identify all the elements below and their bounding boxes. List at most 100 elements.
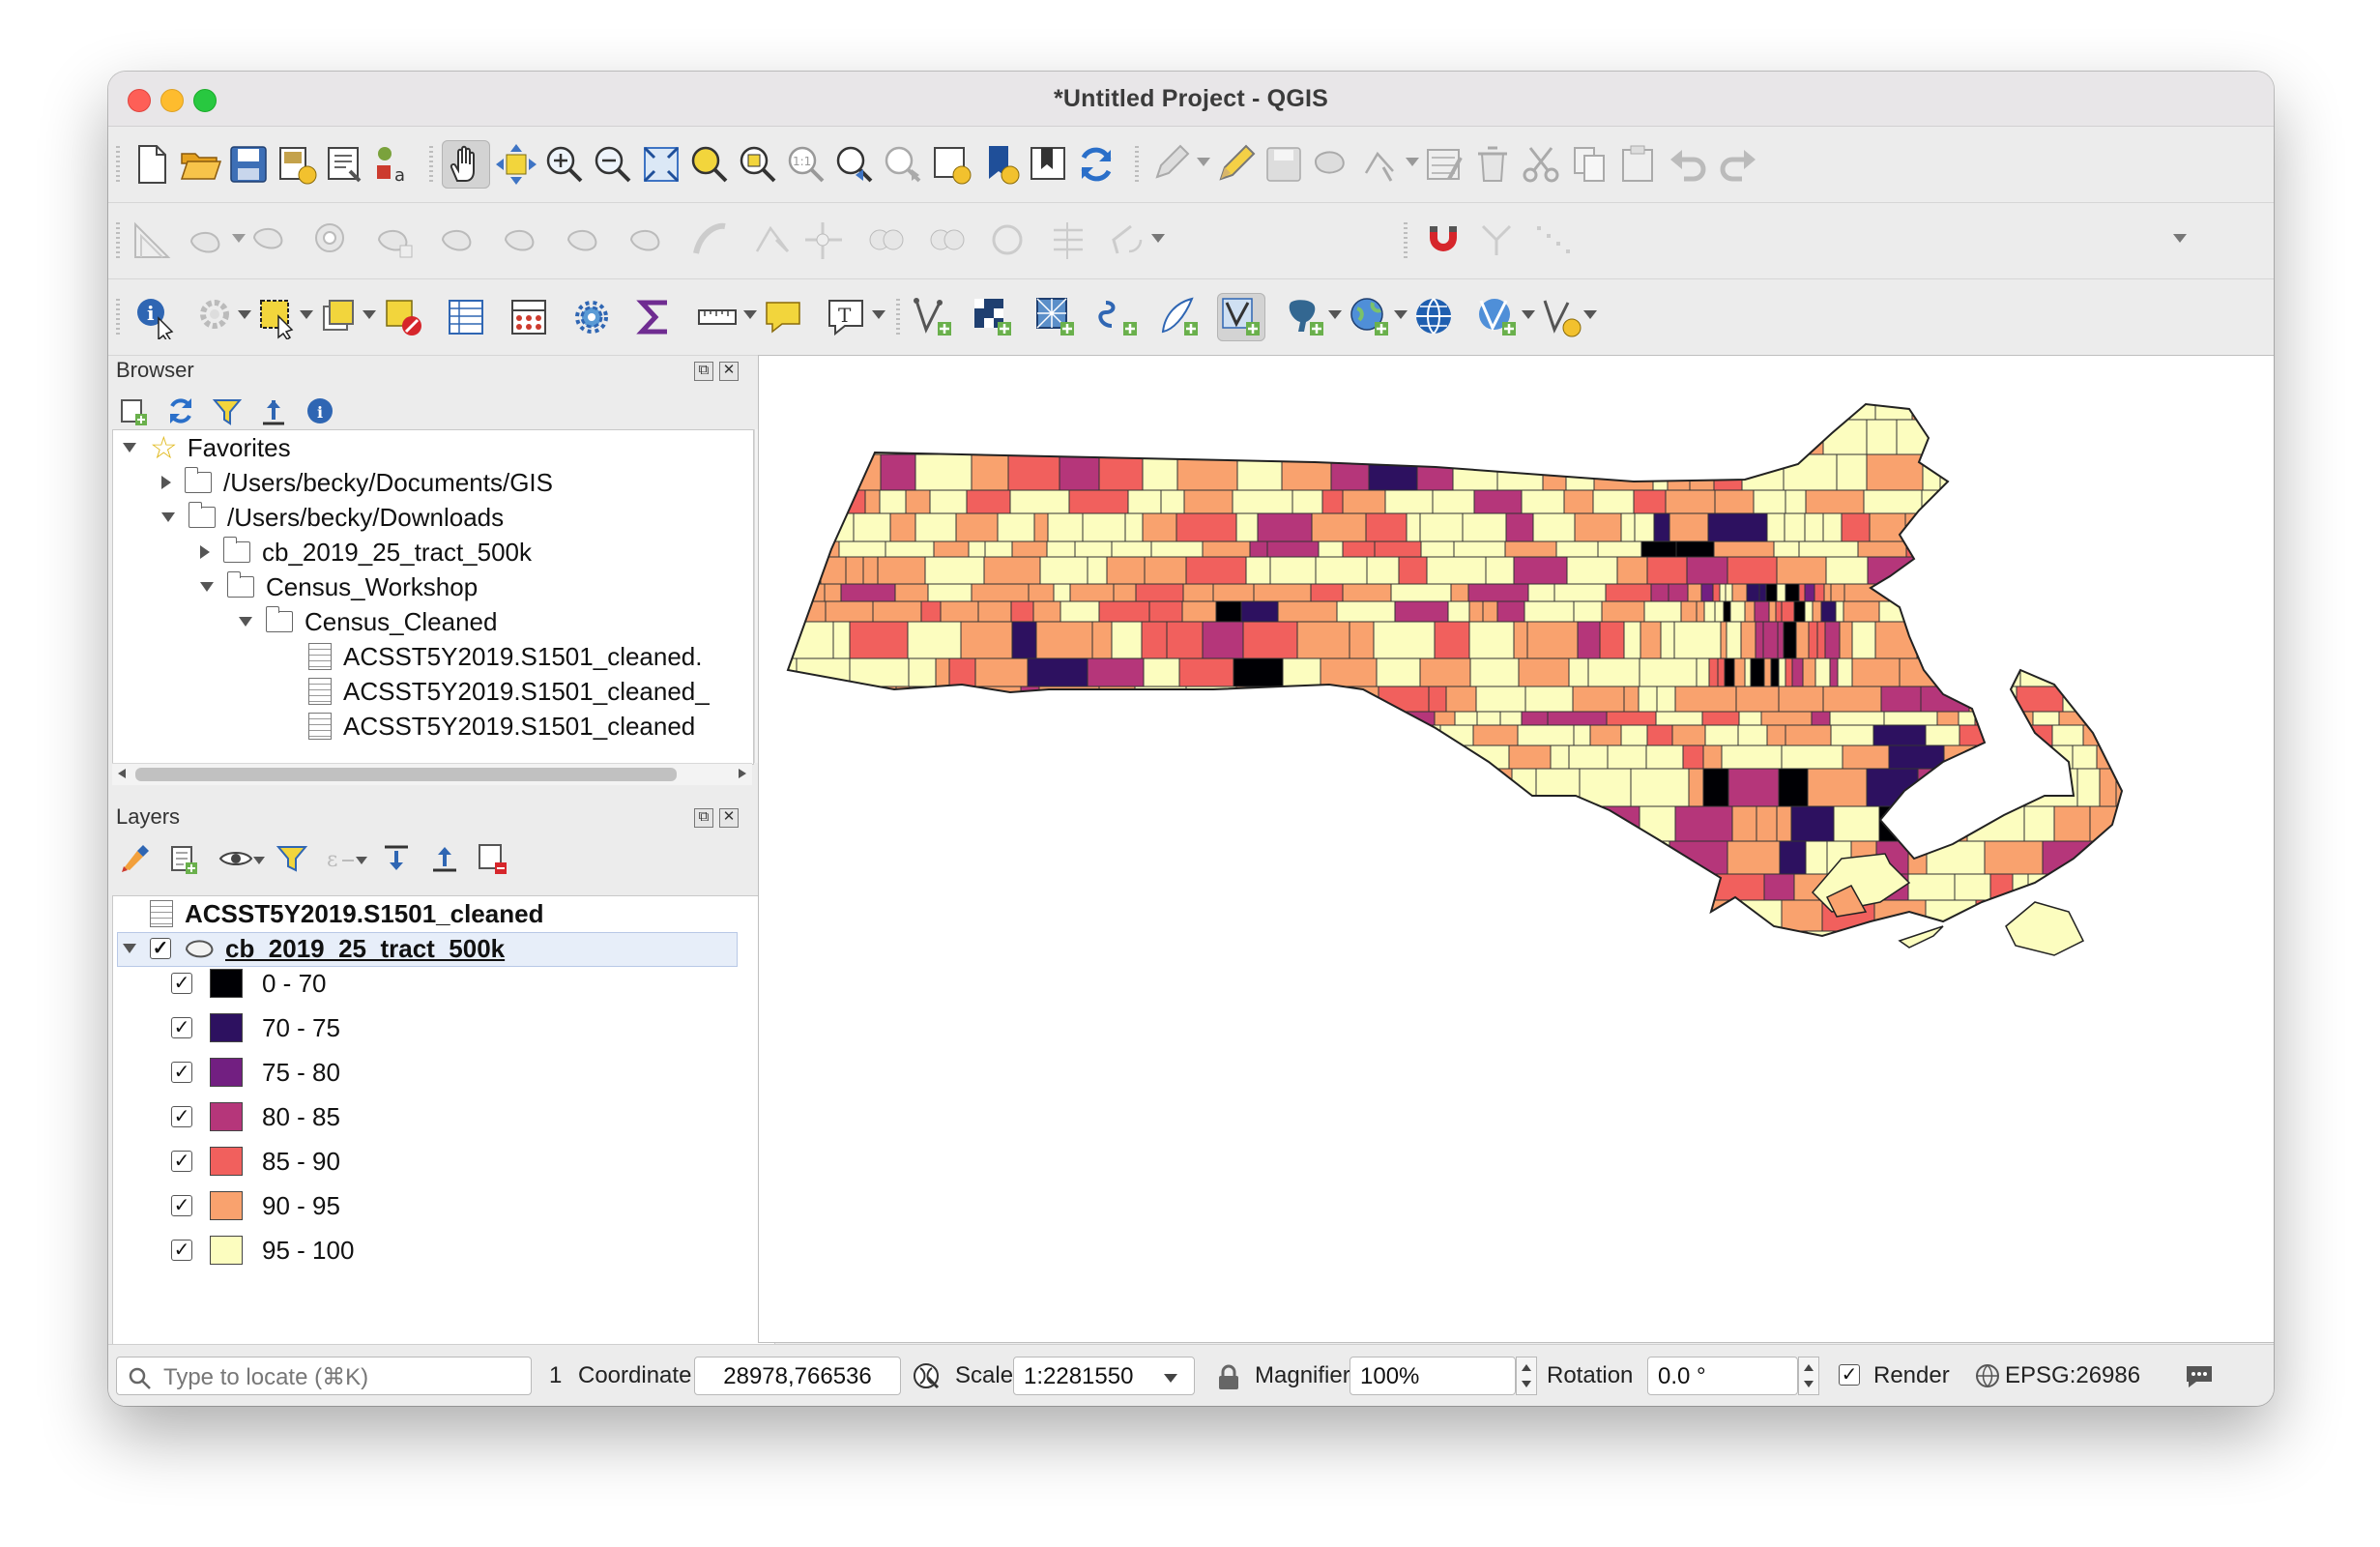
undo-icon[interactable] [1665, 140, 1713, 189]
lock-scale-icon[interactable] [1216, 1364, 1241, 1396]
refresh-browser-icon[interactable] [164, 394, 197, 432]
legend-item-checkbox[interactable]: ✓ [171, 1017, 192, 1038]
expand-all-icon[interactable] [379, 841, 414, 881]
filter-expression-dropdown[interactable] [356, 857, 367, 864]
legend-item-checkbox[interactable]: ✓ [171, 1240, 192, 1261]
magnifier-spinner[interactable] [1516, 1357, 1537, 1395]
census-tract-choropleth[interactable] [759, 356, 2274, 1342]
tree-item-favorites[interactable]: ☆ Favorites [123, 430, 291, 465]
scroll-right-arrow-icon[interactable] [739, 769, 746, 778]
crs-label[interactable]: EPSG:26986 [2005, 1362, 2140, 1389]
locator-search-input[interactable]: Type to locate (⌘K) [116, 1357, 532, 1395]
zoom-next-icon[interactable] [879, 140, 927, 189]
collapse-all-icon[interactable] [257, 394, 290, 432]
zoom-to-layer-icon[interactable] [734, 140, 782, 189]
tree-item-tract-folder[interactable]: cb_2019_25_tract_500k [200, 535, 532, 569]
add-wcs-layer-icon[interactable] [1473, 293, 1522, 341]
message-count[interactable]: 1 [549, 1362, 562, 1389]
coordinate-field[interactable]: 28978,766536 [694, 1357, 901, 1395]
add-mesh-layer-icon[interactable] [1031, 293, 1080, 341]
remove-layer-icon[interactable] [476, 841, 510, 881]
select-features-dropdown[interactable] [300, 310, 313, 319]
show-bookmarks-icon[interactable] [1024, 140, 1072, 189]
layer-item-tracts[interactable]: ✓ cb_2019_25_tract_500k [123, 931, 505, 966]
legend-item[interactable]: ✓ 90 - 95 [171, 1188, 340, 1223]
filter-browser-icon[interactable] [211, 394, 244, 432]
crs-globe-icon[interactable] [1974, 1362, 2001, 1394]
split-features-icon[interactable] [749, 217, 798, 265]
toolbar-grip[interactable] [116, 299, 120, 337]
tree-item-table-file[interactable]: ACSST5Y2019.S1501_cleaned. [308, 639, 703, 674]
delete-part-icon[interactable] [561, 217, 609, 265]
toolbar-grip[interactable] [1404, 222, 1408, 261]
legend-item[interactable]: ✓ 85 - 90 [171, 1144, 340, 1179]
legend-item-checkbox[interactable]: ✓ [171, 1106, 192, 1127]
field-calculator-icon[interactable] [505, 293, 553, 341]
filter-legend-icon[interactable] [275, 841, 309, 881]
shape-tool-dropdown[interactable] [232, 234, 246, 243]
modify-attributes-icon[interactable] [1420, 140, 1468, 189]
layer-item-table[interactable]: ACSST5Y2019.S1501_cleaned [150, 896, 543, 931]
refresh-icon[interactable] [1072, 140, 1120, 189]
tree-item-census-cleaned[interactable]: Census_Cleaned [239, 604, 497, 639]
legend-item[interactable]: ✓ 0 - 70 [171, 966, 327, 1001]
add-part-icon[interactable] [371, 217, 420, 265]
layers-float-button[interactable]: ⧉ [694, 808, 713, 828]
snapping-type-icon[interactable] [1473, 217, 1522, 265]
pan-map-icon[interactable] [442, 140, 490, 189]
legend-item-checkbox[interactable]: ✓ [171, 1195, 192, 1216]
statistical-summary-icon[interactable] [630, 293, 679, 341]
add-database-dropdown[interactable] [1328, 310, 1342, 319]
add-delimited-text-icon[interactable] [1094, 293, 1143, 341]
toolbar-grip[interactable] [1135, 146, 1139, 185]
offset-curve-icon[interactable] [686, 217, 735, 265]
layer-visibility-checkbox[interactable]: ✓ [150, 938, 171, 959]
rotate-feature-icon[interactable] [1104, 217, 1152, 265]
legend-item-checkbox[interactable]: ✓ [171, 973, 192, 994]
new-project-icon[interactable] [128, 140, 176, 189]
run-feature-action-icon[interactable] [193, 293, 242, 341]
browser-horizontal-scrollbar[interactable] [112, 763, 752, 785]
new-layer-dropdown[interactable] [1583, 310, 1597, 319]
layer-styling-icon[interactable] [118, 841, 153, 881]
open-attribute-table-icon[interactable] [442, 293, 490, 341]
toggle-editing-icon[interactable] [1211, 140, 1260, 189]
select-by-value-dropdown[interactable] [363, 310, 376, 319]
identify-features-icon[interactable]: i [131, 293, 180, 341]
rotation-spinner[interactable] [1798, 1357, 1819, 1395]
feature-action-dropdown[interactable] [238, 310, 251, 319]
split-parts-icon[interactable] [799, 217, 848, 265]
legend-item-checkbox[interactable]: ✓ [171, 1062, 192, 1083]
tree-item-documents-gis[interactable]: /Users/becky/Documents/GIS [161, 465, 553, 500]
current-edits-dropdown[interactable] [1197, 158, 1210, 166]
offset-point-symbols-icon[interactable] [1044, 217, 1092, 265]
copy-features-icon[interactable] [1565, 140, 1613, 189]
annotation-dropdown[interactable] [872, 310, 885, 319]
legend-item-checkbox[interactable]: ✓ [171, 1151, 192, 1172]
add-wms-layer-icon[interactable] [1346, 293, 1394, 341]
collapse-arrow-icon[interactable] [123, 443, 136, 452]
snapping-intersection-dropdown[interactable] [2173, 234, 2187, 243]
tree-item-table-file[interactable]: ACSST5Y2019.S1501_cleaned_ [308, 674, 710, 709]
measure-dropdown[interactable] [743, 310, 757, 319]
style-manager-icon[interactable]: a [369, 140, 418, 189]
add-circular-string-icon[interactable] [184, 217, 232, 265]
select-features-icon[interactable] [253, 293, 302, 341]
enable-snapping-icon[interactable] [1418, 217, 1466, 265]
render-checkbox[interactable]: ✓ [1839, 1364, 1860, 1386]
collapse-arrow-icon[interactable] [123, 944, 136, 953]
current-edits-icon[interactable] [1147, 140, 1196, 189]
properties-icon[interactable]: i [304, 394, 336, 432]
tree-item-downloads[interactable]: /Users/becky/Downloads [161, 500, 504, 535]
snapping-layers-icon[interactable] [1529, 217, 1578, 265]
rotation-field[interactable]: 0.0 ° [1647, 1357, 1798, 1395]
zoom-in-icon[interactable] [540, 140, 589, 189]
toggle-extents-icon[interactable] [911, 1360, 942, 1396]
tree-item-census-workshop[interactable]: Census_Workshop [200, 569, 478, 604]
add-wfs-layer-icon[interactable] [1410, 293, 1459, 341]
messages-icon[interactable] [2183, 1362, 2216, 1396]
map-tips-icon[interactable] [759, 293, 807, 341]
toolbar-grip[interactable] [896, 299, 900, 337]
scrollbar-thumb[interactable] [135, 768, 677, 781]
zoom-last-icon[interactable] [830, 140, 879, 189]
